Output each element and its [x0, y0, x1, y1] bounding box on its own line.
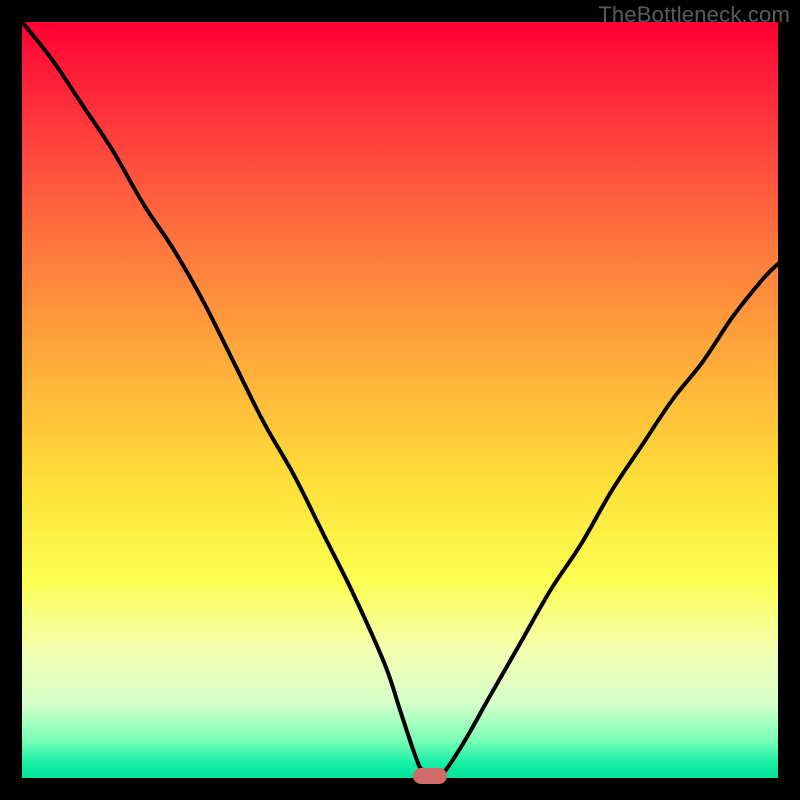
optimal-marker [413, 768, 447, 784]
plot-area [22, 22, 778, 778]
chart-frame: TheBottleneck.com [0, 0, 800, 800]
watermark-text: TheBottleneck.com [598, 2, 790, 28]
bottleneck-curve [22, 22, 778, 778]
